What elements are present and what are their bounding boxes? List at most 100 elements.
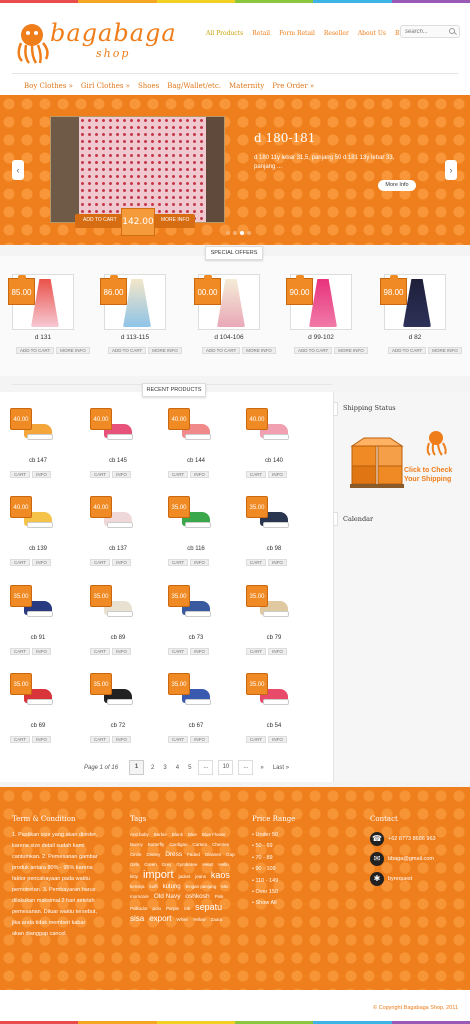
product-name[interactable]: cb 91: [10, 635, 66, 641]
product-name[interactable]: cb 144: [168, 458, 224, 464]
product-name[interactable]: d 113-115: [104, 334, 166, 341]
tag-link[interactable]: Blue Flower: [202, 832, 226, 837]
tag-link[interactable]: lengan panjang: [186, 884, 217, 889]
info-button[interactable]: INFO: [32, 559, 51, 566]
cart-button[interactable]: CART: [246, 559, 267, 566]
product-name[interactable]: cb 140: [246, 458, 302, 464]
category-link[interactable]: Maternity: [229, 82, 264, 90]
search-icon[interactable]: [449, 28, 455, 34]
info-button[interactable]: INFO: [268, 736, 287, 743]
cart-button[interactable]: CART: [90, 471, 111, 478]
price-range-item[interactable]: • Over 150: [252, 887, 278, 898]
cart-button[interactable]: CART: [246, 471, 267, 478]
more-info-button[interactable]: More Info: [378, 180, 416, 191]
product-name[interactable]: d 99-102: [290, 334, 352, 341]
product-name[interactable]: cb 137: [90, 546, 146, 552]
cart-button[interactable]: CART: [168, 471, 189, 478]
product-name[interactable]: cb 73: [168, 635, 224, 641]
top-nav-link[interactable]: All Products: [206, 30, 243, 37]
product-name[interactable]: cb 79: [246, 635, 302, 641]
page-link[interactable]: ...: [238, 760, 254, 775]
slide-more-info[interactable]: MORE INFO: [161, 217, 189, 223]
page-link[interactable]: 5: [186, 765, 193, 771]
tag-link[interactable]: export: [149, 914, 171, 923]
cart-button[interactable]: CART: [246, 736, 267, 743]
price-range-item[interactable]: • Show All: [252, 898, 278, 909]
tag-link[interactable]: Disney: [146, 852, 160, 857]
phone-number[interactable]: +62 8773 8686 963: [388, 836, 436, 842]
slider-dot[interactable]: [233, 231, 237, 235]
tag-link[interactable]: import: [143, 869, 174, 881]
slider-dot[interactable]: [247, 231, 251, 235]
tag-link[interactable]: kuffi: [149, 884, 157, 889]
tag-link[interactable]: White: [176, 917, 188, 922]
slide-add-to-cart[interactable]: ADD TO CART: [83, 217, 117, 223]
product-name[interactable]: cb 89: [90, 635, 146, 641]
tag-link[interactable]: kutung: [163, 884, 181, 890]
category-link[interactable]: Bag/Wallet/etc.: [167, 82, 221, 90]
tag-link[interactable]: Heart: [202, 862, 213, 867]
cart-button[interactable]: CART: [168, 559, 189, 566]
info-button[interactable]: INFO: [112, 471, 131, 478]
info-button[interactable]: INFO: [190, 736, 209, 743]
more-info-button[interactable]: MORE INFO: [148, 347, 182, 354]
tag-link[interactable]: Cardigan: [169, 842, 187, 847]
slider-dot[interactable]: [226, 231, 230, 235]
tag-link[interactable]: Blank: [172, 832, 183, 837]
tag-link[interactable]: Faded: [187, 852, 200, 857]
info-button[interactable]: INFO: [268, 471, 287, 478]
page-link[interactable]: 1: [129, 760, 145, 775]
site-logo[interactable]: bagabaga shop: [12, 17, 176, 67]
cart-button[interactable]: CART: [90, 648, 111, 655]
category-link[interactable]: Shoes: [138, 82, 159, 90]
tag-link[interactable]: rok: [184, 906, 190, 911]
check-shipping-banner[interactable]: Click to Check Your Shipping: [348, 428, 463, 492]
tag-link[interactable]: Girls: [130, 862, 139, 867]
tag-link[interactable]: jeans: [195, 874, 206, 879]
page-link[interactable]: ...: [198, 760, 214, 775]
add-to-cart-button[interactable]: ADD TO CART: [108, 347, 147, 354]
tag-link[interactable]: Green: [144, 862, 157, 867]
tag-link[interactable]: jacket: [178, 874, 190, 879]
top-nav-link[interactable]: Form Retail: [279, 30, 315, 37]
slider-dot-active[interactable]: [240, 231, 244, 235]
category-link[interactable]: Pre Order »: [272, 82, 314, 90]
more-info-button[interactable]: MORE INFO: [56, 347, 90, 354]
cart-button[interactable]: CART: [168, 648, 189, 655]
product-name[interactable]: d 104-106: [198, 334, 260, 341]
tag-link[interactable]: Barbie: [154, 832, 167, 837]
page-link[interactable]: 3: [161, 765, 168, 771]
cart-button[interactable]: CART: [168, 736, 189, 743]
slider-prev-icon[interactable]: ‹: [12, 160, 24, 180]
tag-link[interactable]: Carters: [192, 842, 207, 847]
info-button[interactable]: INFO: [190, 559, 209, 566]
product-name[interactable]: d 131: [12, 334, 74, 341]
product-name[interactable]: cb 116: [168, 546, 224, 552]
tag-link[interactable]: Yellow: [193, 917, 206, 922]
page-link[interactable]: 2: [149, 765, 156, 771]
tag-link[interactable]: Glasses: [205, 852, 221, 857]
tag-link[interactable]: Grey: [162, 862, 172, 867]
page-link[interactable]: 10: [218, 760, 234, 775]
product-name[interactable]: cb 145: [90, 458, 146, 464]
page-link[interactable]: 4: [174, 765, 181, 771]
product-name[interactable]: cb 54: [246, 723, 302, 729]
tag-link[interactable]: Butterfly: [148, 842, 165, 847]
tag-link[interactable]: sisa: [130, 914, 144, 923]
info-button[interactable]: INFO: [32, 471, 51, 478]
product-name[interactable]: cb 147: [10, 458, 66, 464]
price-range-item[interactable]: • 90 - 109: [252, 864, 278, 875]
category-link[interactable]: Boy Clothes »: [24, 82, 73, 90]
cart-button[interactable]: CART: [90, 736, 111, 743]
tag-link[interactable]: Blue: [188, 832, 197, 837]
tag-link[interactable]: Anti baby: [130, 832, 149, 837]
tag-link[interactable]: oshkosh: [185, 893, 209, 900]
info-button[interactable]: INFO: [190, 648, 209, 655]
cart-button[interactable]: CART: [10, 648, 31, 655]
search-input[interactable]: [401, 26, 445, 37]
price-range-item[interactable]: • Under 50: [252, 830, 278, 841]
top-nav-link[interactable]: About Us: [358, 30, 386, 37]
add-to-cart-button[interactable]: ADD TO CART: [294, 347, 333, 354]
category-link[interactable]: Girl Clothes »: [81, 82, 130, 90]
tag-link[interactable]: sepatu: [195, 902, 222, 912]
